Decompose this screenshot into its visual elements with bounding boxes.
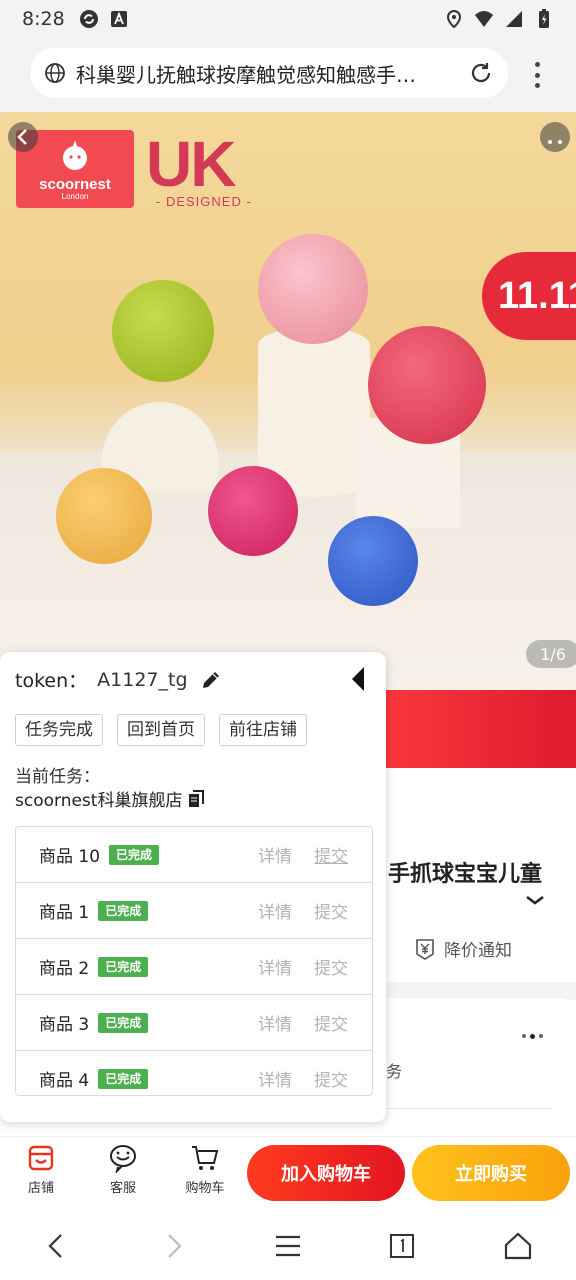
item-name: 商品 3 [39, 1015, 90, 1035]
more-button[interactable] [540, 122, 570, 152]
go-to-shop-button[interactable]: 前往店铺 [219, 714, 307, 746]
location-icon [446, 9, 462, 29]
status-badge: 已完成 [98, 900, 149, 921]
item-list: 商品 10 已完成 详情 提交 商品 1 已完成 详情 提交 商品 2 已完成 … [15, 826, 373, 1096]
blue-ball [328, 516, 418, 606]
service-text: 务 [386, 1062, 403, 1081]
current-task-label: 当前任务： [15, 767, 100, 787]
shop-button[interactable]: 店铺 [11, 1143, 71, 1196]
brand-name: scoornest [39, 176, 111, 193]
yellow-ball [56, 468, 152, 564]
menu-icon[interactable] [272, 1230, 304, 1262]
back-home-button[interactable]: 回到首页 [117, 714, 205, 746]
buy-now-button[interactable]: 立即购买 [412, 1145, 570, 1201]
detail-link[interactable]: 详情 [258, 954, 292, 979]
submit-link[interactable]: 提交 [314, 1010, 348, 1035]
shop-icon [28, 1145, 54, 1171]
item-name: 商品 2 [39, 959, 90, 979]
pink-ball [258, 234, 368, 344]
item-name: 商品 1 [39, 903, 90, 923]
detail-link[interactable]: 详情 [258, 842, 292, 867]
status-badge: 已完成 [98, 1068, 149, 1089]
address-text[interactable]: 科巢婴儿抚触球按摩触觉感知触感手… [76, 59, 456, 88]
list-item: 商品 3 已完成 详情 提交 [16, 995, 372, 1051]
uk-designed-text: - DESIGNED - [156, 194, 252, 209]
back-arrow-icon[interactable] [40, 1230, 72, 1262]
detail-link[interactable]: 详情 [258, 1066, 292, 1091]
wifi-icon [475, 11, 493, 27]
detail-link[interactable]: 详情 [258, 1010, 292, 1035]
chevron-left-icon [17, 129, 27, 145]
status-badge: 已完成 [98, 956, 149, 977]
reload-icon[interactable] [468, 60, 494, 86]
item-name: 商品 4 [39, 1071, 90, 1091]
price-notify-label: 降价通知 [444, 941, 512, 961]
red-ball [368, 326, 486, 444]
status-badge: 已完成 [109, 844, 160, 865]
cart-button[interactable]: 购物车 [175, 1143, 235, 1196]
globe-icon [45, 63, 65, 83]
yen-tag-icon [416, 938, 434, 960]
magenta-ball [208, 466, 298, 556]
status-badge: 已完成 [98, 1012, 149, 1033]
list-item: 商品 10 已完成 详情 提交 [16, 827, 372, 883]
double11-badge: 11.11 [482, 252, 576, 340]
image-page-indicator: 1/6 [526, 640, 576, 668]
submit-link[interactable]: 提交 [314, 954, 348, 979]
token-row: token： A1127_tg [15, 666, 222, 693]
cart-label: 购物车 [185, 1181, 225, 1196]
uk-logo: UK [146, 128, 236, 200]
copy-icon[interactable] [188, 789, 206, 808]
chevron-down-icon[interactable] [524, 892, 546, 908]
forward-arrow-icon[interactable] [158, 1230, 190, 1262]
panel-button-row: 任务完成 回到首页 前往店铺 [15, 714, 307, 746]
brand-sub: London [61, 192, 89, 201]
back-button[interactable] [8, 122, 38, 152]
battery-icon [539, 9, 549, 28]
detail-link[interactable]: 详情 [258, 898, 292, 923]
status-bar: 8:28 [0, 0, 576, 38]
divider [386, 1108, 552, 1109]
service-more-icon[interactable] [522, 1034, 543, 1039]
token-label: token： [15, 670, 88, 692]
task-complete-button[interactable]: 任务完成 [15, 714, 103, 746]
submit-link[interactable]: 提交 [314, 1066, 348, 1091]
more-menu-icon[interactable] [527, 58, 547, 92]
signal-icon [506, 11, 522, 27]
more-dots-icon [548, 140, 562, 144]
product-title: 手抓球宝宝儿童 [388, 862, 543, 887]
tabs-icon[interactable] [386, 1230, 418, 1262]
token-value: A1127_tg [97, 668, 188, 691]
shop-label: 店铺 [27, 1181, 54, 1196]
a-icon [110, 11, 127, 27]
submit-link[interactable]: 提交 [314, 898, 348, 923]
pencil-icon[interactable] [200, 669, 222, 691]
list-item: 商品 4 已完成 详情 提交 [16, 1051, 372, 1095]
price-notify-button[interactable]: 降价通知 [414, 936, 512, 961]
home-icon[interactable] [502, 1230, 534, 1262]
browser-nav-bar [0, 1212, 576, 1280]
customer-service-label: 客服 [109, 1181, 136, 1196]
current-task-shop: scoornest科巢旗舰店 [15, 786, 206, 811]
shop-name: scoornest科巢旗舰店 [15, 791, 183, 811]
cart-icon [192, 1146, 219, 1170]
brand-mascot-icon [63, 140, 87, 170]
status-time: 8:28 [22, 8, 65, 30]
browser-toolbar: 科巢婴儿抚触球按摩触觉感知触感手… [0, 38, 576, 112]
customer-service-button[interactable]: 客服 [93, 1143, 153, 1196]
task-panel: token： A1127_tg 任务完成 回到首页 前往店铺 当前任务： sco… [0, 652, 386, 1122]
list-item: 商品 2 已完成 详情 提交 [16, 939, 372, 995]
item-name: 商品 10 [39, 847, 101, 867]
collapse-arrow-icon[interactable] [350, 666, 366, 692]
add-to-cart-button[interactable]: 加入购物车 [247, 1145, 405, 1201]
sync-icon [79, 10, 98, 28]
address-bar[interactable]: 科巢婴儿抚触球按摩触觉感知触感手… [30, 48, 508, 98]
bottom-action-bar: 店铺 客服 购物车 加入购物车 立即购买 [0, 1136, 576, 1212]
list-item: 商品 1 已完成 详情 提交 [16, 883, 372, 939]
green-ball [112, 280, 214, 382]
product-hero-image[interactable]: scoornest London UK - DESIGNED - 11.11 1… [0, 112, 576, 690]
chat-icon [110, 1145, 136, 1173]
submit-link[interactable]: 提交 [314, 842, 348, 867]
